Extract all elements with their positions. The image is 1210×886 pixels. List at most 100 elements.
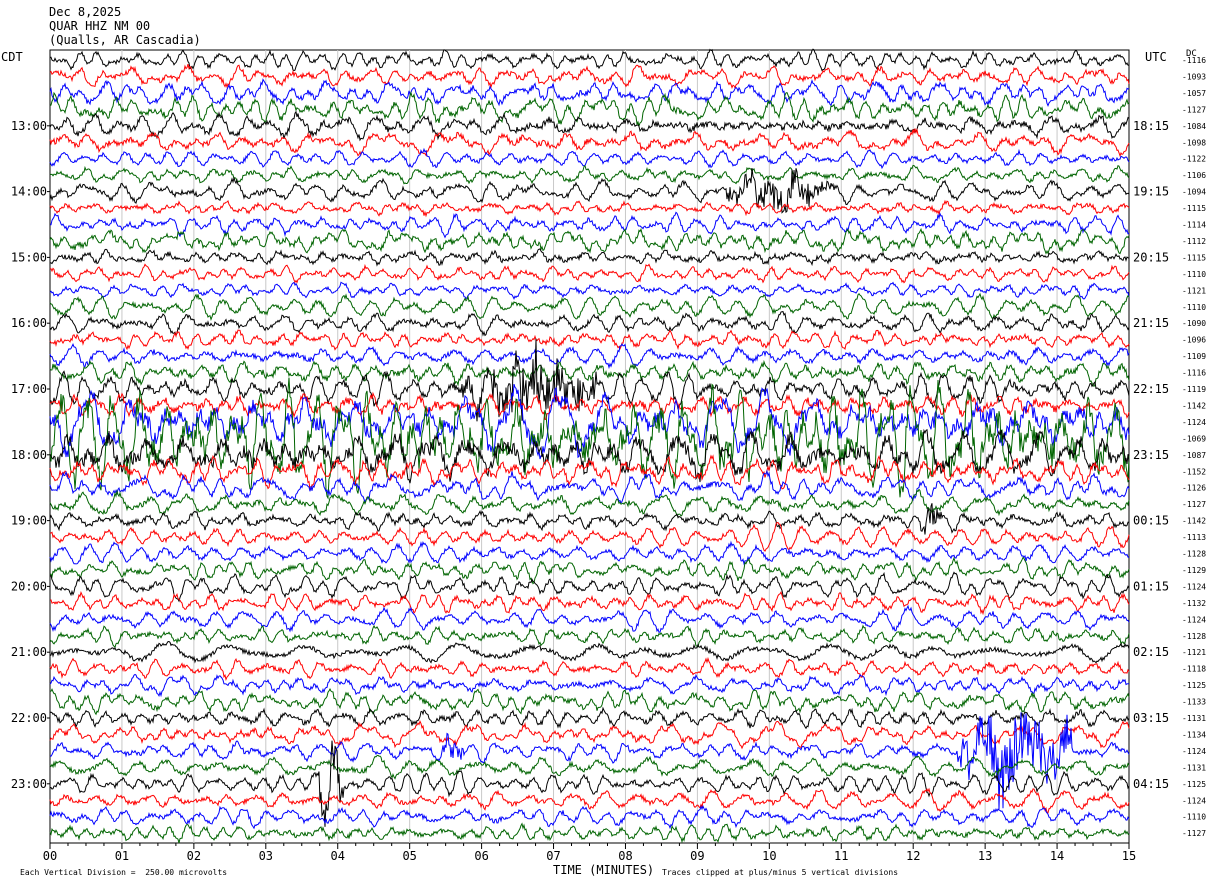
x-axis-tick-label: 02 <box>187 849 201 863</box>
seismic-trace <box>49 787 1130 814</box>
x-axis-tick-label: 06 <box>474 849 488 863</box>
x-axis-tick-label: 03 <box>259 849 273 863</box>
dc-offset-label: -1098 <box>1182 138 1206 147</box>
seismic-trace <box>49 706 1130 730</box>
x-axis-tick-label: 05 <box>402 849 416 863</box>
seismic-trace <box>49 656 1130 681</box>
dc-offset-label: -1087 <box>1182 451 1206 460</box>
seismic-trace <box>49 329 1130 351</box>
dc-offset-label: -1126 <box>1182 484 1206 493</box>
right-hour-label: 02:15 <box>1133 645 1169 659</box>
seismic-trace <box>49 590 1130 616</box>
left-hour-label: 22:00 <box>11 711 47 725</box>
dc-offset-label: -1114 <box>1182 221 1206 230</box>
seismic-trace <box>49 804 1130 830</box>
dc-offset-label: -1124 <box>1182 582 1206 591</box>
seismic-trace <box>50 211 1130 239</box>
seismic-trace <box>49 78 1130 107</box>
station-label: QUAR HHZ NM 00 <box>49 19 151 33</box>
dc-offset-label: -1084 <box>1182 122 1206 131</box>
seismic-trace <box>49 540 1130 566</box>
x-axis-tick-label: 04 <box>331 849 345 863</box>
seismic-trace <box>49 338 1130 422</box>
dc-offset-label: -1125 <box>1182 681 1206 690</box>
dc-offset-label: -1057 <box>1182 89 1206 98</box>
dc-offset-label: -1118 <box>1182 665 1206 674</box>
dc-offset-label: -1152 <box>1182 467 1206 476</box>
dc-offset-label: -1131 <box>1182 763 1206 772</box>
x-axis-tick-label: 08 <box>618 849 632 863</box>
seismic-trace <box>49 311 1130 337</box>
x-axis-tick-label: 15 <box>1122 849 1136 863</box>
right-hour-label: 00:15 <box>1133 514 1169 528</box>
seismic-trace <box>49 199 1130 218</box>
left-hour-label: 19:00 <box>11 514 47 528</box>
dc-offset-label: -1124 <box>1182 747 1206 756</box>
seismic-trace <box>49 127 1130 158</box>
seismic-trace <box>49 292 1130 321</box>
dc-offset-label: -1116 <box>1182 369 1206 378</box>
right-timezone-label: UTC <box>1145 50 1167 64</box>
x-axis-tick-label: 07 <box>546 849 560 863</box>
left-hour-label: 15:00 <box>11 250 47 264</box>
dc-offset-label: -1142 <box>1182 401 1206 410</box>
x-axis-tick-label: 11 <box>834 849 848 863</box>
x-axis-tick-label: 12 <box>906 849 920 863</box>
right-hour-label: 03:15 <box>1133 711 1169 725</box>
dc-offset-label: -1129 <box>1182 566 1206 575</box>
seismic-trace <box>49 48 1130 72</box>
x-axis-title: TIME (MINUTES) <box>553 863 655 877</box>
seismic-trace <box>49 712 1130 810</box>
dc-offset-label: -1121 <box>1182 648 1206 657</box>
location-label: (Qualls, AR Cascadia) <box>49 33 201 47</box>
left-hour-label: 14:00 <box>11 185 47 199</box>
seismic-trace <box>49 640 1130 664</box>
seismic-trace <box>49 263 1130 284</box>
x-axis-tick-label: 00 <box>43 849 57 863</box>
dc-offset-label: -1112 <box>1182 237 1206 246</box>
seismic-trace <box>49 754 1130 780</box>
dc-offset-label: -1131 <box>1182 714 1206 723</box>
seismic-trace <box>49 147 1130 170</box>
seismic-trace <box>49 164 1130 185</box>
dc-offset-label: -1106 <box>1182 171 1206 180</box>
dc-offset-label: -1109 <box>1182 352 1206 361</box>
dc-offset-label: -1115 <box>1182 204 1206 213</box>
scale-footnote: Each Vertical Division = 250.00 microvol… <box>20 868 228 877</box>
left-hour-label: 21:00 <box>11 645 47 659</box>
seismic-trace <box>49 624 1130 649</box>
seismic-trace <box>49 688 1130 716</box>
dc-offset-label: -1110 <box>1182 813 1206 822</box>
dc-offset-label: -1122 <box>1182 155 1206 164</box>
dc-offset-label: -1128 <box>1182 632 1206 641</box>
dc-offset-label: -1119 <box>1182 385 1206 394</box>
dc-offset-label: -1128 <box>1182 550 1206 559</box>
seismic-trace <box>49 454 1130 492</box>
dc-offset-label: -1125 <box>1182 780 1206 789</box>
seismic-trace <box>49 488 1130 517</box>
seismic-trace <box>49 281 1130 300</box>
seismic-trace <box>49 673 1130 698</box>
right-hour-label: 18:15 <box>1133 119 1169 133</box>
left-hour-label: 16:00 <box>11 316 47 330</box>
x-axis-tick-label: 10 <box>762 849 776 863</box>
helicorder-plot: 13:00 18:15 14:00 19:15 15:00 20:15 16:00 21:15… <box>11 48 1206 863</box>
x-axis-tick-label: 01 <box>115 849 129 863</box>
dc-offset-label: -1124 <box>1182 615 1206 624</box>
dc-offset-label: -1093 <box>1182 72 1206 81</box>
dc-offset-label: -1096 <box>1182 336 1206 345</box>
x-axis-tick-label: 09 <box>690 849 704 863</box>
clip-footnote: Traces clipped at plus/minus 5 vertical … <box>662 868 899 877</box>
right-hour-label: 20:15 <box>1133 250 1169 264</box>
seismic-trace <box>49 63 1130 90</box>
dc-column-label: DC <box>1186 49 1197 59</box>
seismic-trace <box>49 359 1130 388</box>
dc-offset-label: -1094 <box>1182 188 1206 197</box>
seismic-trace <box>49 822 1130 844</box>
left-hour-label: 20:00 <box>11 579 47 593</box>
dc-offset-label: -1069 <box>1182 434 1206 443</box>
dc-offset-label: -1127 <box>1182 500 1206 509</box>
dc-offset-label: -1115 <box>1182 253 1206 262</box>
right-hour-label: 01:15 <box>1133 579 1169 593</box>
left-hour-label: 13:00 <box>11 119 47 133</box>
